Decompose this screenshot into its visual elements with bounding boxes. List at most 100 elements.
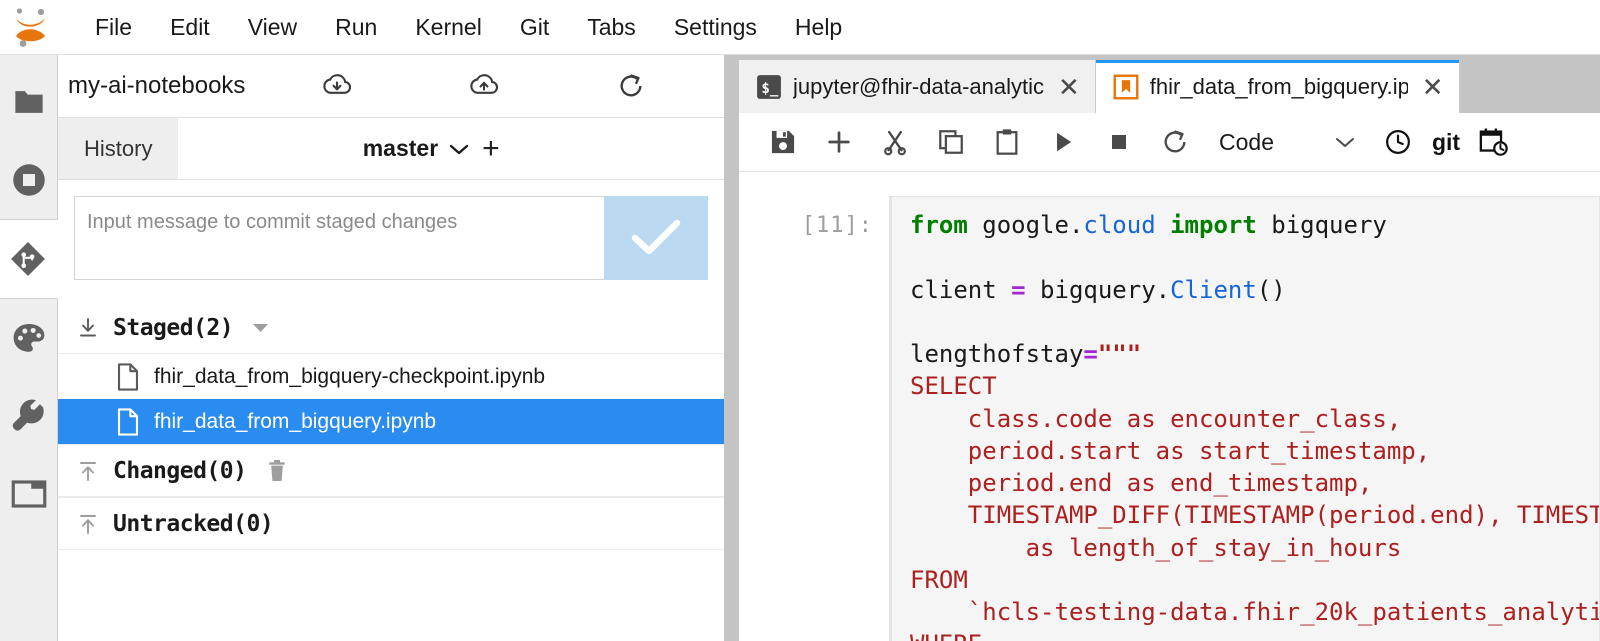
file-name: fhir_data_from_bigquery-checkpoint.ipynb [154,365,545,389]
menu-item-view[interactable]: View [229,10,316,45]
git-toolbar-button[interactable]: git [1426,129,1466,156]
close-icon[interactable]: ✕ [1055,74,1080,100]
notebook-toolbar: Code git [739,113,1600,172]
cell-editor[interactable]: from google.cloud import bigquery client… [889,196,1600,641]
code-line: WHERE [910,628,1599,641]
menu-item-edit[interactable]: Edit [151,10,229,45]
workspace: my-ai-notebooks [0,55,1600,641]
code-line: period.end as end_timestamp, [910,467,1599,499]
menu-item-list: File Edit View Run Kernel Git Tabs Setti… [62,10,861,45]
menu-item-settings[interactable]: Settings [655,10,776,45]
new-branch-button[interactable]: + [480,134,500,164]
run-cell-button[interactable] [1035,118,1091,166]
git-pull-button[interactable] [320,69,354,103]
palette-icon [11,321,47,355]
main-tab-bar: $_ jupyter@fhir-data-analytic ✕ fhir_dat… [739,55,1600,113]
code-line: lengthofstay=""" [910,338,1599,370]
commit-submit-button[interactable] [604,196,708,280]
code-line [910,306,1599,338]
jupyter-logo [0,0,62,55]
cut-cell-button[interactable] [867,118,923,166]
tab-history[interactable]: History [58,118,178,179]
trash-icon[interactable] [267,459,287,483]
cell-type-value: Code [1219,129,1274,156]
file-icon [116,363,140,391]
sidebar-item-themes[interactable] [0,299,58,377]
interrupt-kernel-button[interactable] [1091,118,1147,166]
section-header-changed[interactable]: Changed(0) [58,445,724,497]
list-item[interactable]: fhir_data_from_bigquery-checkpoint.ipynb [58,354,724,399]
insert-cell-button[interactable] [811,118,867,166]
sidebar-item-file-browser[interactable] [0,63,58,141]
sidebar-item-extension-manager[interactable] [0,455,58,533]
code-line: `hcls-testing-data.fhir_20k_patients_ana… [910,596,1599,628]
stop-icon [1107,130,1131,154]
code-line: class.code as encounter_class, [910,403,1599,435]
save-icon [769,128,797,156]
code-source: from google.cloud import bigquery client… [910,209,1599,641]
panel-splitter[interactable] [724,55,739,641]
code-line: SELECT [910,370,1599,402]
caret-down-icon[interactable] [251,321,270,334]
notebook-cell[interactable]: [11]: from google.cloud import bigquery … [739,196,1600,641]
sidebar-item-property-inspector[interactable] [0,377,58,455]
paste-icon [993,128,1021,156]
sidebar-item-running[interactable] [0,141,58,219]
code-line: as length_of_stay_in_hours [910,532,1599,564]
menu-bar: File Edit View Run Kernel Git Tabs Setti… [0,0,1600,55]
git-header-actions [320,69,648,103]
section-header-staged[interactable]: Staged(2) [58,302,724,354]
git-refresh-button[interactable] [614,69,648,103]
code-line: from google.cloud import bigquery [910,209,1599,241]
cell-type-select[interactable]: Code [1219,129,1356,156]
menu-item-file[interactable]: File [76,10,151,45]
cell-prompt: [11]: [739,196,889,238]
menu-item-git[interactable]: Git [501,10,568,45]
close-icon[interactable]: ✕ [1419,74,1444,100]
menu-item-help[interactable]: Help [776,10,861,45]
main-area: $_ jupyter@fhir-data-analytic ✕ fhir_dat… [739,55,1600,641]
folder-icon [12,87,46,117]
notebook-content: [11]: from google.cloud import bigquery … [739,172,1600,641]
menu-item-kernel[interactable]: Kernel [396,10,500,45]
unstage-all-icon [76,316,100,340]
git-panel-tabs: History master + [58,118,724,180]
list-item[interactable]: fhir_data_from_bigquery.ipynb [58,399,724,444]
stage-all-icon [76,512,100,536]
tab-terminal[interactable]: $_ jupyter@fhir-data-analytic ✕ [739,60,1096,113]
kernel-status-button[interactable] [1370,118,1426,166]
copy-cell-button[interactable] [923,118,979,166]
tab-notebook[interactable]: fhir_data_from_bigquery.ip ✕ [1096,60,1460,113]
current-branch-label: master [363,135,438,162]
menu-item-tabs[interactable]: Tabs [568,10,655,45]
commit-message-input[interactable] [74,196,604,280]
section-title-changed: Changed(0) [113,458,246,484]
git-push-button[interactable] [467,69,501,103]
paste-cell-button[interactable] [979,118,1035,166]
check-icon [627,216,685,260]
menu-item-run[interactable]: Run [316,10,396,45]
sidebar-item-git[interactable] [0,220,58,298]
commit-area [58,180,724,280]
file-icon [116,408,140,436]
section-header-untracked[interactable]: Untracked(0) [58,498,724,550]
restart-kernel-button[interactable] [1147,118,1203,166]
copy-icon [937,128,965,156]
git-panel: my-ai-notebooks [58,55,724,641]
terminal-icon: $_ [756,74,782,100]
git-panel-header: my-ai-notebooks [58,55,724,118]
git-panel-empty-area [58,550,724,641]
save-button[interactable] [755,118,811,166]
section-title-untracked: Untracked(0) [113,511,273,537]
stop-circle-icon [11,162,47,198]
tab-label: jupyter@fhir-data-analytic [793,74,1044,100]
chevron-down-icon[interactable] [448,142,470,156]
calendar-clock-icon [1479,127,1509,157]
notebook-icon [1113,74,1139,100]
code-line: FROM [910,564,1599,596]
code-line: client = bigquery.Client() [910,274,1599,306]
scheduler-button[interactable] [1466,118,1522,166]
cloud-download-icon [322,73,352,99]
branch-selector: master + [178,118,724,179]
panel-icon [11,479,47,509]
